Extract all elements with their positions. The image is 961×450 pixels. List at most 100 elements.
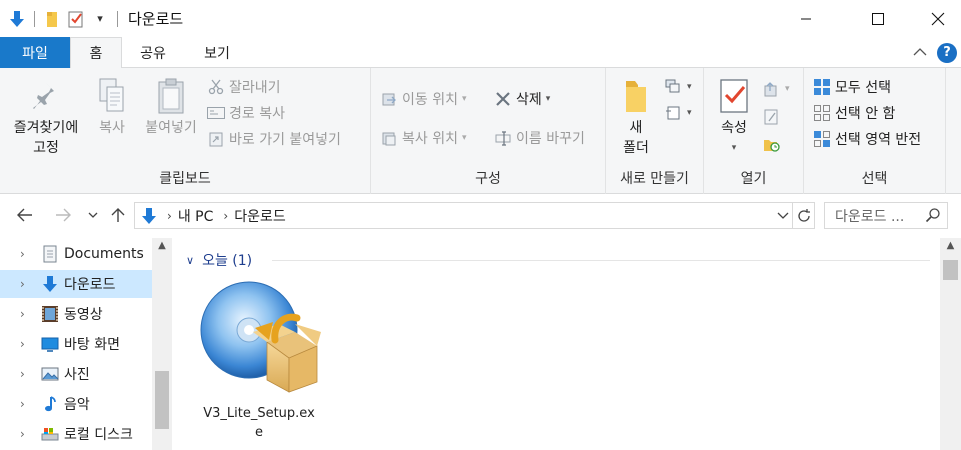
downloads-location-icon bbox=[141, 207, 157, 225]
edit-button[interactable] bbox=[762, 106, 785, 128]
new-folder-button[interactable]: 새 폴더 bbox=[614, 76, 658, 158]
select-all-button[interactable]: 모두 선택 bbox=[812, 76, 891, 98]
expand-arrow-icon[interactable]: › bbox=[20, 247, 34, 261]
help-icon[interactable]: ? bbox=[937, 42, 957, 63]
tab-home[interactable]: 홈 bbox=[70, 37, 122, 69]
copy-path-button[interactable]: 경로 복사 bbox=[206, 102, 285, 124]
open-group: 속성 ▾ ▾ 열기 bbox=[704, 68, 804, 194]
cut-button[interactable]: 잘라내기 bbox=[206, 76, 281, 98]
nav-item-videos[interactable]: › 동영상 bbox=[0, 300, 152, 328]
content-scrollbar[interactable]: ▲ bbox=[940, 238, 961, 450]
minimize-button[interactable] bbox=[783, 0, 829, 37]
downloads-icon bbox=[40, 274, 60, 294]
collapse-chevron-icon[interactable]: ∨ bbox=[186, 254, 194, 267]
paste-button[interactable]: 붙여넣기 bbox=[140, 76, 202, 138]
tab-file[interactable]: 파일 bbox=[0, 37, 70, 68]
file-item[interactable]: V3_Lite_Setup.exe bbox=[194, 278, 324, 442]
nav-item-desktop[interactable]: › 바탕 화면 bbox=[0, 330, 152, 358]
history-icon bbox=[762, 136, 782, 154]
address-bar[interactable]: › 내 PC › 다운로드 bbox=[134, 202, 815, 229]
nav-item-label: 로컬 디스크 bbox=[64, 427, 133, 443]
new-group: 새 폴더 ▾ ▾ 새로 만들기 bbox=[606, 68, 704, 194]
expand-arrow-icon[interactable]: › bbox=[20, 337, 34, 351]
breadcrumb-downloads[interactable]: 다운로드 bbox=[234, 206, 286, 226]
forward-button[interactable] bbox=[52, 204, 74, 226]
folder-icon[interactable] bbox=[43, 10, 61, 28]
breadcrumb-separator[interactable]: › bbox=[223, 209, 228, 223]
breadcrumb-separator[interactable]: › bbox=[167, 209, 172, 223]
delete-button[interactable]: 삭제 ▾ bbox=[493, 88, 550, 110]
maximize-button[interactable] bbox=[855, 0, 901, 37]
download-arrow-icon[interactable] bbox=[8, 10, 26, 28]
new-item-button[interactable]: ▾ bbox=[664, 76, 692, 98]
move-to-button[interactable]: 이동 위치 ▾ bbox=[379, 88, 467, 110]
history-button[interactable] bbox=[762, 134, 785, 156]
open-icon bbox=[762, 80, 782, 98]
nav-item-downloads[interactable]: › 다운로드 bbox=[0, 270, 152, 298]
window-title: 다운로드 bbox=[128, 10, 184, 28]
invert-selection-icon bbox=[812, 130, 832, 148]
new-folder-label-line1: 새 bbox=[629, 120, 643, 136]
nav-item-label: 다운로드 bbox=[64, 277, 116, 293]
rename-button[interactable]: 이름 바꾸기 bbox=[493, 127, 585, 149]
invert-selection-button[interactable]: 선택 영역 반전 bbox=[812, 128, 921, 150]
expand-arrow-icon[interactable]: › bbox=[20, 367, 34, 381]
group-divider bbox=[272, 260, 930, 261]
recent-locations-button[interactable] bbox=[86, 204, 100, 226]
copy-label: 복사 bbox=[99, 120, 125, 136]
properties-dropdown-icon: ▾ bbox=[731, 143, 737, 153]
toolbar-separator bbox=[117, 10, 118, 27]
open-button[interactable]: ▾ bbox=[762, 78, 790, 100]
easy-access-icon bbox=[664, 104, 684, 122]
address-actions bbox=[774, 203, 814, 228]
nav-item-local-disk[interactable]: › 로컬 디스크 bbox=[0, 420, 152, 448]
customize-toolbar-icon[interactable]: ▾ bbox=[91, 10, 109, 28]
open-dropdown-icon: ▾ bbox=[785, 84, 790, 94]
expand-arrow-icon[interactable]: › bbox=[20, 307, 34, 321]
close-button[interactable] bbox=[915, 0, 961, 37]
nav-item-music[interactable]: › 음악 bbox=[0, 390, 152, 418]
collapse-ribbon-icon[interactable] bbox=[913, 45, 927, 61]
organize-group-label: 구성 bbox=[475, 171, 501, 187]
expand-arrow-icon[interactable]: › bbox=[20, 277, 34, 291]
up-button[interactable] bbox=[108, 204, 128, 226]
pin-to-quick-access-button[interactable]: 즐겨찾기에 고정 bbox=[6, 76, 86, 158]
back-button[interactable] bbox=[14, 204, 36, 226]
expand-arrow-icon[interactable]: › bbox=[20, 397, 34, 411]
group-header-today[interactable]: ∨ 오늘 (1) bbox=[186, 250, 252, 270]
local-disk-icon bbox=[40, 424, 60, 444]
delete-x-icon bbox=[493, 90, 513, 108]
search-box[interactable]: 다운로드 ... bbox=[824, 202, 948, 229]
properties-check-icon[interactable] bbox=[67, 10, 85, 28]
select-none-button[interactable]: 선택 안 함 bbox=[812, 102, 895, 124]
scissors-icon bbox=[206, 78, 226, 96]
title-bar: ▾ 다운로드 bbox=[0, 0, 961, 37]
easy-access-dropdown-icon: ▾ bbox=[687, 108, 692, 118]
paste-shortcut-icon bbox=[206, 130, 226, 148]
music-icon bbox=[40, 394, 60, 414]
scrollbar-thumb[interactable] bbox=[943, 260, 958, 280]
copy-button[interactable]: 복사 bbox=[90, 76, 134, 138]
scroll-up-arrow-icon[interactable]: ▲ bbox=[940, 240, 961, 256]
breadcrumb-this-pc[interactable]: 내 PC bbox=[178, 206, 214, 226]
easy-access-button[interactable]: ▾ bbox=[664, 102, 692, 124]
nav-item-pictures[interactable]: › 사진 bbox=[0, 360, 152, 388]
properties-button[interactable]: 속성 ▾ bbox=[712, 76, 756, 158]
expand-arrow-icon[interactable]: › bbox=[20, 427, 34, 441]
group-header-label: 오늘 (1) bbox=[202, 253, 253, 269]
copy-to-icon bbox=[379, 129, 399, 147]
copy-path-icon bbox=[206, 104, 226, 122]
refresh-button[interactable] bbox=[792, 203, 814, 228]
tab-view[interactable]: 보기 bbox=[190, 37, 244, 68]
address-history-dropdown-icon[interactable] bbox=[774, 212, 792, 220]
paste-shortcut-button[interactable]: 바로 가기 붙여넣기 bbox=[206, 128, 341, 150]
nav-item-documents[interactable]: › Documents bbox=[0, 240, 152, 268]
clipboard-group-label: 클립보드 bbox=[159, 171, 211, 187]
nav-pane-scrollbar[interactable]: ▲ bbox=[152, 238, 172, 450]
properties-label: 속성 bbox=[721, 120, 747, 136]
scrollbar-thumb[interactable] bbox=[155, 371, 169, 429]
copy-to-button[interactable]: 복사 위치 ▾ bbox=[379, 127, 467, 149]
select-none-label: 선택 안 함 bbox=[835, 106, 896, 122]
scroll-up-arrow-icon[interactable]: ▲ bbox=[152, 240, 172, 256]
tab-share[interactable]: 공유 bbox=[126, 37, 180, 68]
